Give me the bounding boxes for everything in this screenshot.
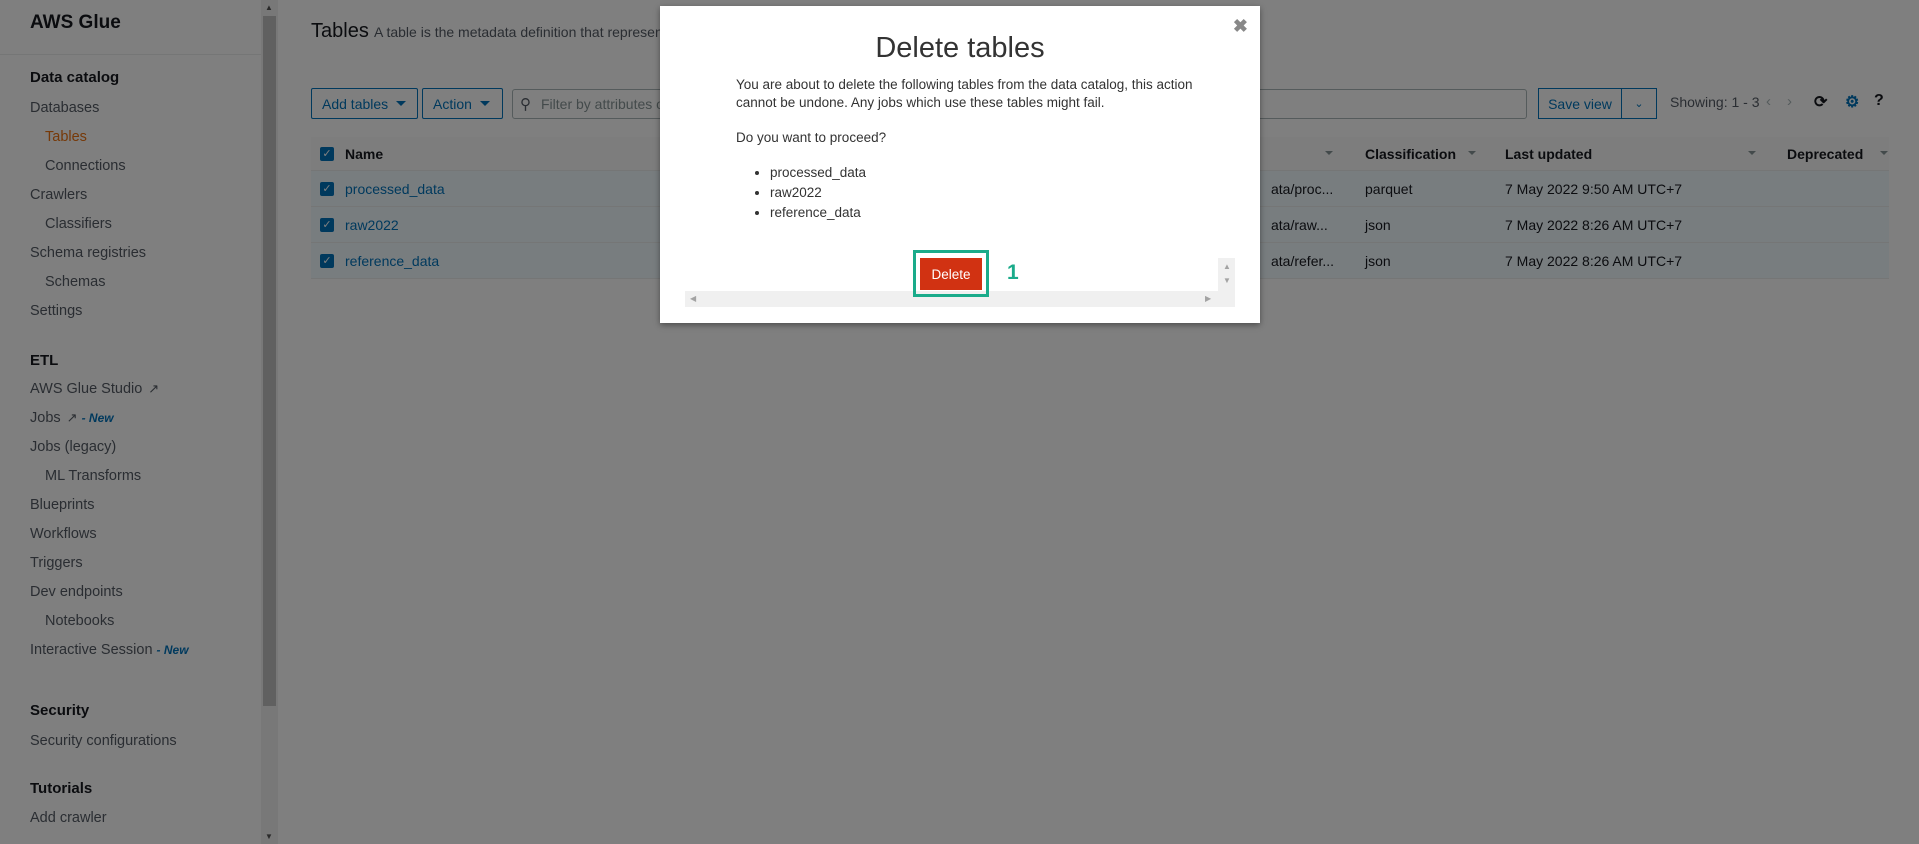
list-item: reference_data bbox=[770, 203, 866, 223]
scroll-down-icon[interactable]: ▼ bbox=[1223, 276, 1231, 285]
scroll-up-icon[interactable]: ▲ bbox=[1223, 262, 1231, 271]
delete-button[interactable]: Delete bbox=[920, 258, 982, 290]
scroll-left-icon[interactable]: ◀ bbox=[690, 294, 696, 303]
dialog-question: Do you want to proceed? bbox=[736, 130, 887, 145]
delete-tables-dialog: ✖ Delete tables You are about to delete … bbox=[660, 6, 1260, 323]
tables-to-delete-list: processed_data raw2022 reference_data bbox=[770, 163, 866, 223]
list-item: processed_data bbox=[770, 163, 866, 183]
dialog-vertical-scrollbar[interactable]: ▲ ▼ bbox=[1218, 258, 1235, 307]
dialog-title: Delete tables bbox=[875, 32, 1045, 64]
dialog-message: You are about to delete the following ta… bbox=[736, 77, 1193, 110]
annotation-step-number: 1 bbox=[1007, 261, 1019, 284]
list-item: raw2022 bbox=[770, 183, 866, 203]
scroll-right-icon[interactable]: ▶ bbox=[1205, 294, 1211, 303]
